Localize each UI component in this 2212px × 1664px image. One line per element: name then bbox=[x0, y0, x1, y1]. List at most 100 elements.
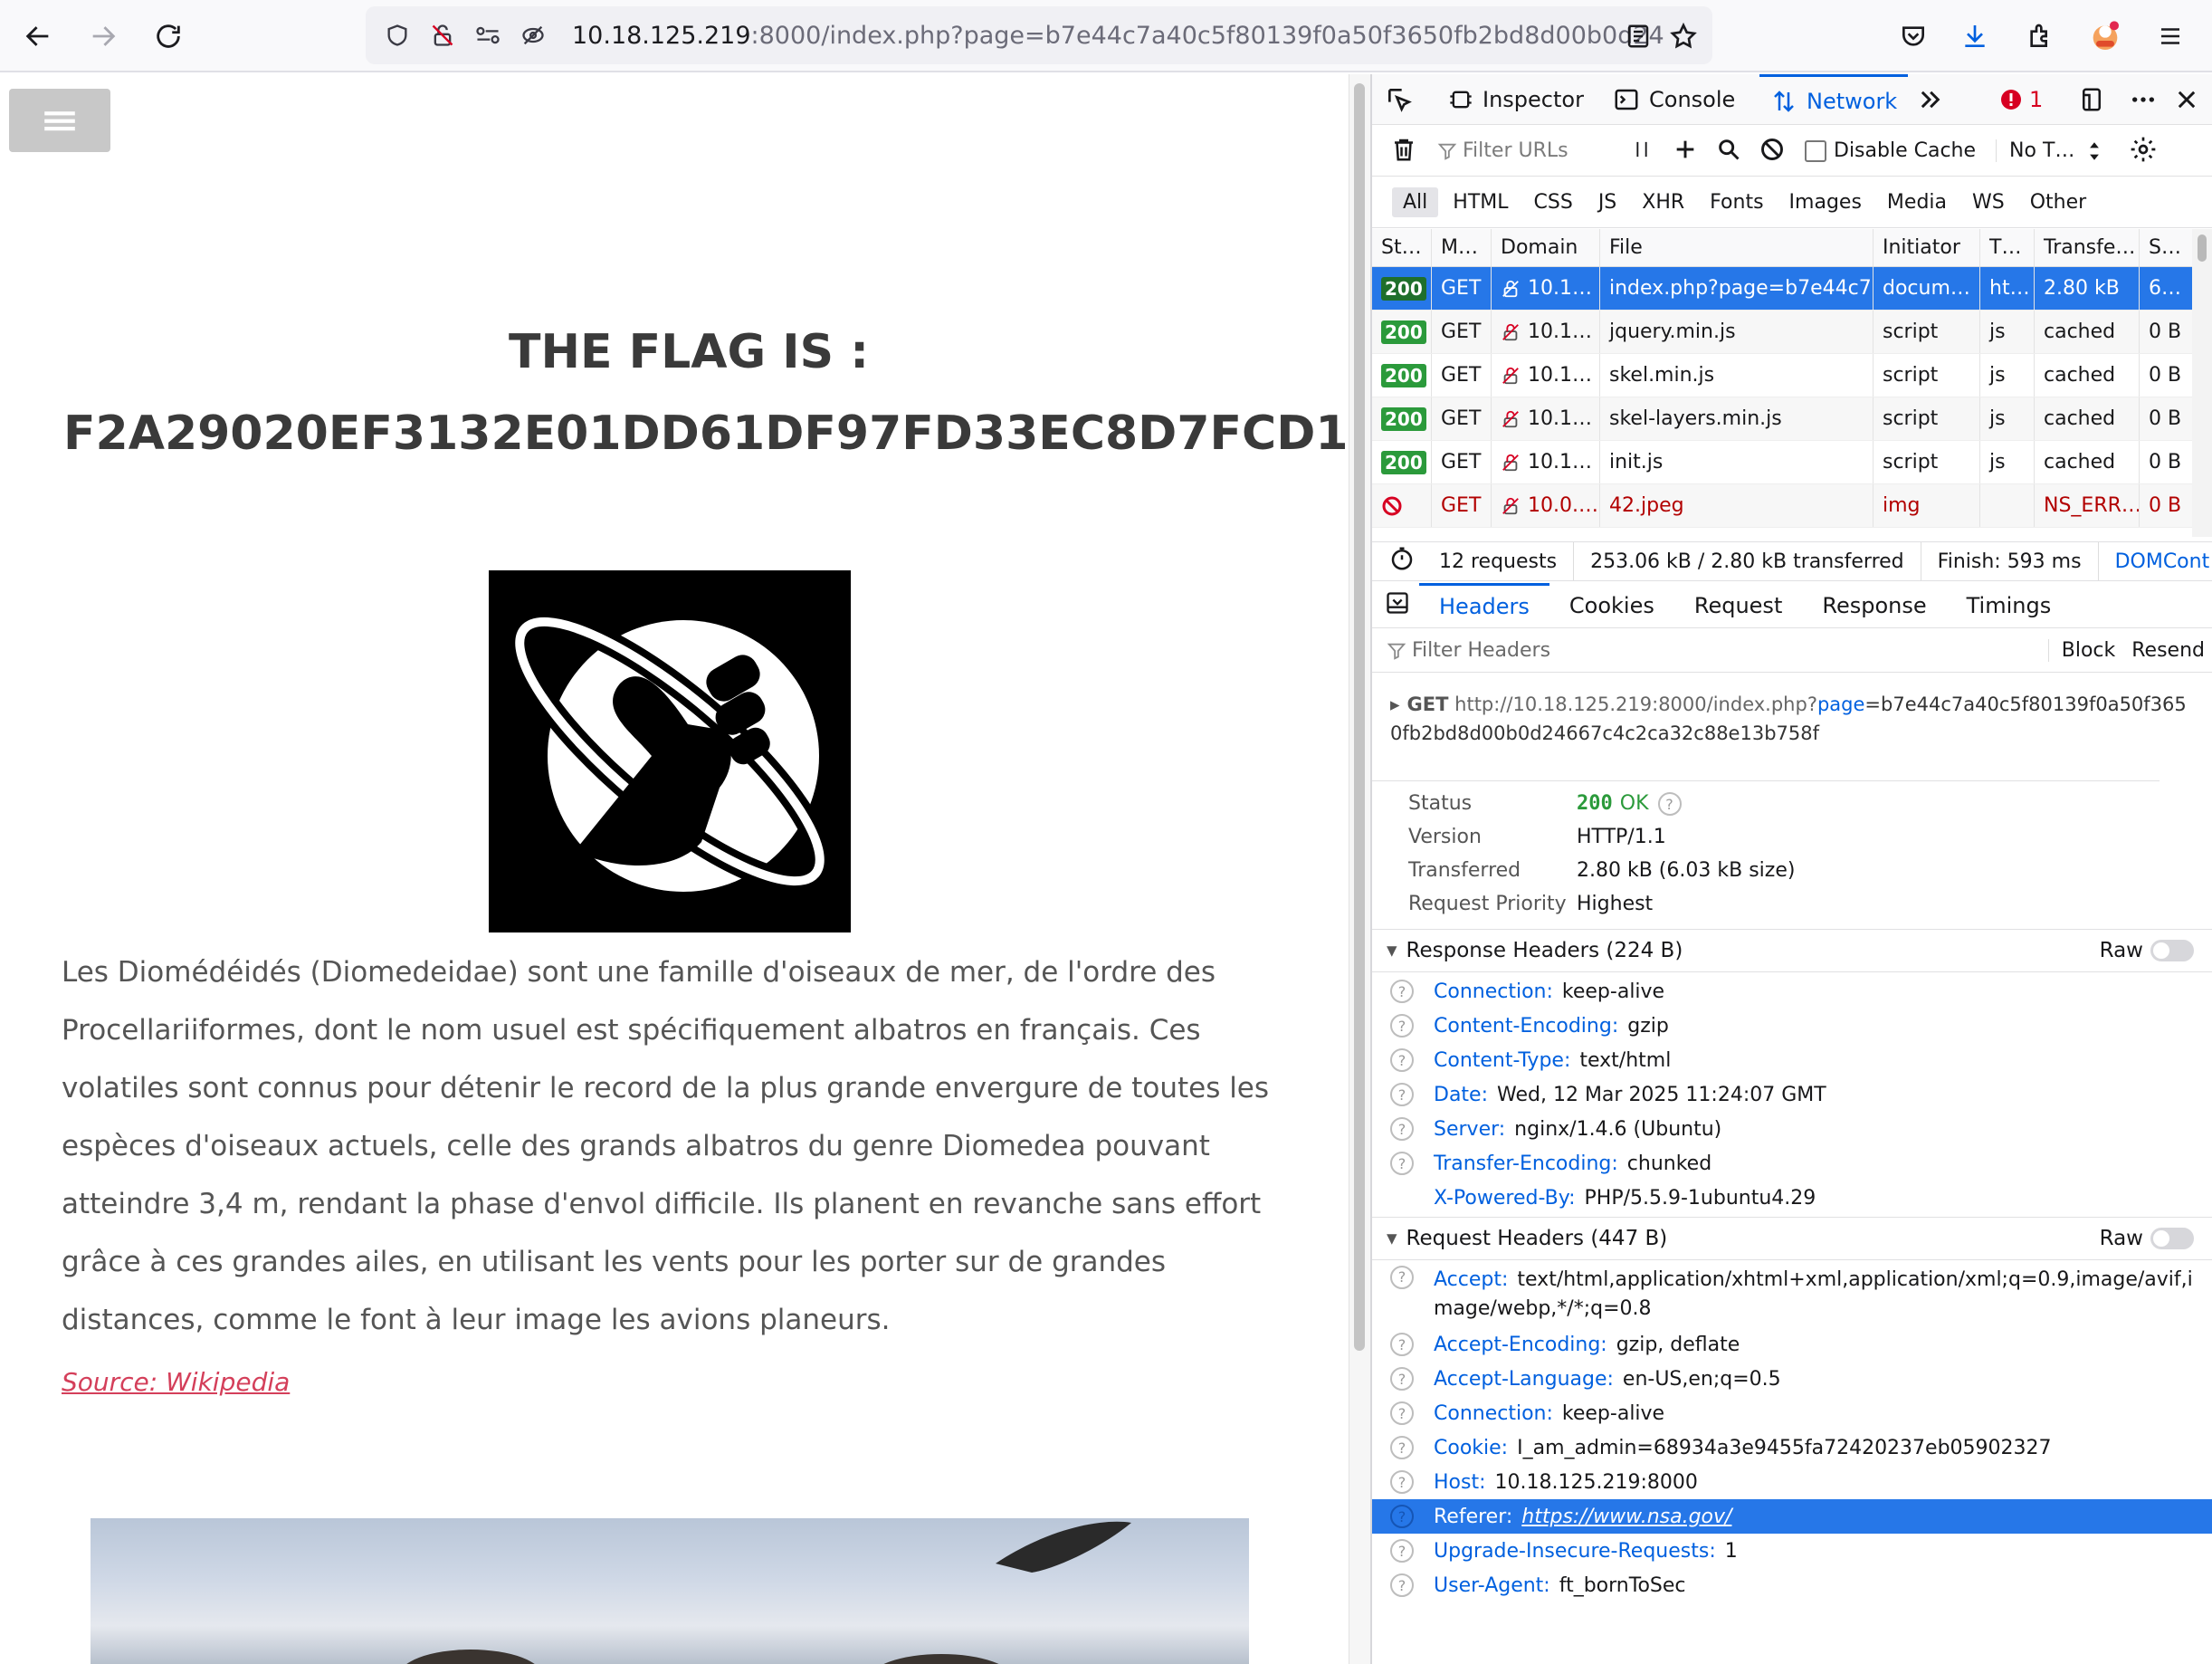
request-url-line[interactable]: ▸ GET http://10.18.125.219:8000/index.php… bbox=[1390, 690, 2196, 748]
col-header-size[interactable]: S… bbox=[2140, 229, 2194, 266]
raw-toggle[interactable] bbox=[2150, 940, 2194, 961]
page-scrollbar-thumb[interactable] bbox=[1354, 83, 1365, 1351]
type-filter-css[interactable]: CSS bbox=[1523, 187, 1584, 217]
profile-avatar-button[interactable] bbox=[2082, 13, 2129, 60]
add-request-button[interactable] bbox=[1673, 137, 1698, 166]
header-row[interactable]: ? User-Agent: ft_bornToSec bbox=[1372, 1568, 2212, 1602]
more-tabs-button[interactable] bbox=[1917, 74, 1942, 125]
type-filter-ws[interactable]: WS bbox=[1961, 187, 2016, 217]
help-icon[interactable]: ? bbox=[1390, 1367, 1414, 1391]
extensions-button[interactable] bbox=[2017, 13, 2064, 60]
help-icon[interactable]: ? bbox=[1390, 1539, 1414, 1563]
element-picker-button[interactable] bbox=[1385, 74, 1414, 125]
type-filter-fonts[interactable]: Fonts bbox=[1699, 187, 1774, 217]
col-header-status[interactable]: St… bbox=[1372, 229, 1432, 266]
header-row[interactable]: X-Powered-By: PHP/5.5.9-1ubuntu4.29 bbox=[1372, 1181, 2212, 1215]
tab-console[interactable]: Console bbox=[1613, 74, 1735, 125]
search-button[interactable] bbox=[1716, 137, 1741, 166]
close-devtools-button[interactable] bbox=[2174, 74, 2199, 125]
back-button[interactable] bbox=[14, 13, 62, 60]
help-icon[interactable]: ? bbox=[1390, 1573, 1414, 1597]
type-filter-xhr[interactable]: XHR bbox=[1631, 187, 1695, 217]
filter-headers-input[interactable]: Filter Headers bbox=[1372, 639, 2048, 662]
block-button[interactable]: Block bbox=[2047, 639, 2129, 662]
bookmark-star-button[interactable] bbox=[1660, 13, 1707, 60]
col-header-file[interactable]: File bbox=[1600, 229, 1874, 266]
response-headers-section-toggle[interactable]: ▾ Response Headers (224 B) Raw bbox=[1372, 929, 2212, 972]
header-row[interactable]: ? Accept: text/html,application/xhtml+xml,… bbox=[1372, 1262, 2212, 1327]
request-list-scrollbar[interactable] bbox=[2192, 229, 2212, 537]
header-row[interactable]: ? Server: nginx/1.4.6 (Ubuntu) bbox=[1372, 1112, 2212, 1146]
tab-cookies[interactable]: Cookies bbox=[1549, 583, 1674, 627]
request-headers-section-toggle[interactable]: ▾ Request Headers (447 B) Raw bbox=[1372, 1217, 2212, 1260]
header-row[interactable]: ? Host: 10.18.125.219:8000 bbox=[1372, 1465, 2212, 1499]
request-row[interactable]: GET 10.0.… 42.jpeg img NS_ERR… 0 B bbox=[1372, 484, 2194, 528]
raw-toggle[interactable] bbox=[2150, 1228, 2194, 1249]
error-count-badge[interactable]: 1 bbox=[2000, 74, 2043, 125]
tab-inspector[interactable]: Inspector bbox=[1448, 74, 1584, 125]
type-filter-other[interactable]: Other bbox=[2019, 187, 2097, 217]
header-row[interactable]: ? Referer: https://www.nsa.gov/ bbox=[1372, 1499, 2212, 1534]
request-row[interactable]: 200 GET 10.1… init.js script js cached 0… bbox=[1372, 441, 2194, 484]
help-icon[interactable]: ? bbox=[1390, 1048, 1414, 1072]
checkbox-box[interactable] bbox=[1805, 139, 1826, 162]
insecure-lock-icon[interactable] bbox=[420, 13, 465, 58]
pocket-button[interactable] bbox=[1890, 13, 1937, 60]
tab-network[interactable]: Network bbox=[1759, 74, 1909, 125]
tab-response[interactable]: Response bbox=[1802, 583, 1946, 627]
devtools-options-button[interactable] bbox=[2129, 74, 2158, 125]
pause-button[interactable] bbox=[1629, 137, 1654, 166]
request-list-scrollbar-thumb[interactable] bbox=[2198, 234, 2207, 262]
help-icon[interactable]: ? bbox=[1390, 1470, 1414, 1494]
help-icon[interactable]: ? bbox=[1390, 1083, 1414, 1106]
toggle-sidebar-button[interactable] bbox=[1372, 590, 1419, 621]
header-row[interactable]: ? Cookie: I_am_admin=68934a3e9455fa7242023… bbox=[1372, 1430, 2212, 1465]
request-row[interactable]: 200 GET 10.1… jquery.min.js script js ca… bbox=[1372, 311, 2194, 354]
clear-requests-button[interactable] bbox=[1390, 136, 1417, 167]
help-icon[interactable]: ? bbox=[1390, 1152, 1414, 1175]
help-icon[interactable]: ? bbox=[1390, 1436, 1414, 1459]
page-scrollbar[interactable] bbox=[1349, 74, 1370, 1664]
request-row[interactable]: 200 GET 10.1… skel.min.js script js cach… bbox=[1372, 354, 2194, 397]
help-icon[interactable]: ? bbox=[1390, 1266, 1414, 1289]
header-row[interactable]: ? Accept-Language: en-US,en;q=0.5 bbox=[1372, 1362, 2212, 1396]
header-row[interactable]: ? Upgrade-Insecure-Requests: 1 bbox=[1372, 1534, 2212, 1568]
url-bar[interactable]: 10.18.125.219:8000/index.php?page=b7e44c… bbox=[366, 6, 1712, 64]
block-urls-button[interactable] bbox=[1759, 137, 1785, 166]
help-icon[interactable]: ? bbox=[1390, 1117, 1414, 1141]
help-icon[interactable]: ? bbox=[1390, 1333, 1414, 1356]
header-row[interactable]: ? Accept-Encoding: gzip, deflate bbox=[1372, 1327, 2212, 1362]
disable-cache-checkbox[interactable]: Disable Cache bbox=[1805, 139, 1976, 162]
tab-request[interactable]: Request bbox=[1674, 583, 1803, 627]
tracking-protection-icon[interactable] bbox=[510, 13, 556, 58]
request-row[interactable]: 200 GET 10.1… skel-layers.min.js script … bbox=[1372, 397, 2194, 441]
permissions-icon[interactable] bbox=[465, 13, 510, 58]
help-icon[interactable]: ? bbox=[1657, 792, 1682, 816]
tab-headers[interactable]: Headers bbox=[1419, 583, 1549, 627]
col-header-transferred[interactable]: Transfe… bbox=[2035, 229, 2140, 266]
header-row[interactable]: ? Content-Encoding: gzip bbox=[1372, 1009, 2212, 1043]
app-menu-button[interactable] bbox=[2147, 13, 2194, 60]
header-row[interactable]: ? Connection: keep-alive bbox=[1372, 1396, 2212, 1430]
type-filter-all[interactable]: All bbox=[1392, 187, 1439, 217]
header-row[interactable]: ? Transfer-Encoding: chunked bbox=[1372, 1146, 2212, 1181]
help-icon[interactable]: ? bbox=[1390, 1401, 1414, 1425]
col-header-initiator[interactable]: Initiator bbox=[1874, 229, 1980, 266]
type-filter-media[interactable]: Media bbox=[1876, 187, 1958, 217]
page-menu-button[interactable] bbox=[9, 89, 110, 152]
help-icon[interactable]: ? bbox=[1390, 980, 1414, 1003]
throttling-select[interactable]: No T… bbox=[1996, 139, 2102, 162]
help-icon[interactable]: ? bbox=[1390, 1014, 1414, 1038]
resend-button[interactable]: Resend bbox=[2128, 639, 2212, 662]
filter-urls-input[interactable]: Filter URLs bbox=[1437, 139, 1618, 162]
url-text[interactable]: 10.18.125.219:8000/index.php?page=b7e44c… bbox=[572, 22, 1664, 50]
type-filter-images[interactable]: Images bbox=[1778, 187, 1873, 217]
network-settings-button[interactable] bbox=[2129, 135, 2158, 167]
forward-button[interactable] bbox=[80, 13, 127, 60]
dock-toggle-button[interactable] bbox=[2078, 74, 2105, 125]
help-icon[interactable]: ? bbox=[1390, 1505, 1414, 1528]
reload-button[interactable] bbox=[145, 13, 192, 60]
type-filter-js[interactable]: JS bbox=[1587, 187, 1627, 217]
tab-timings[interactable]: Timings bbox=[1947, 583, 2072, 627]
col-header-type[interactable]: T… bbox=[1980, 229, 2035, 266]
